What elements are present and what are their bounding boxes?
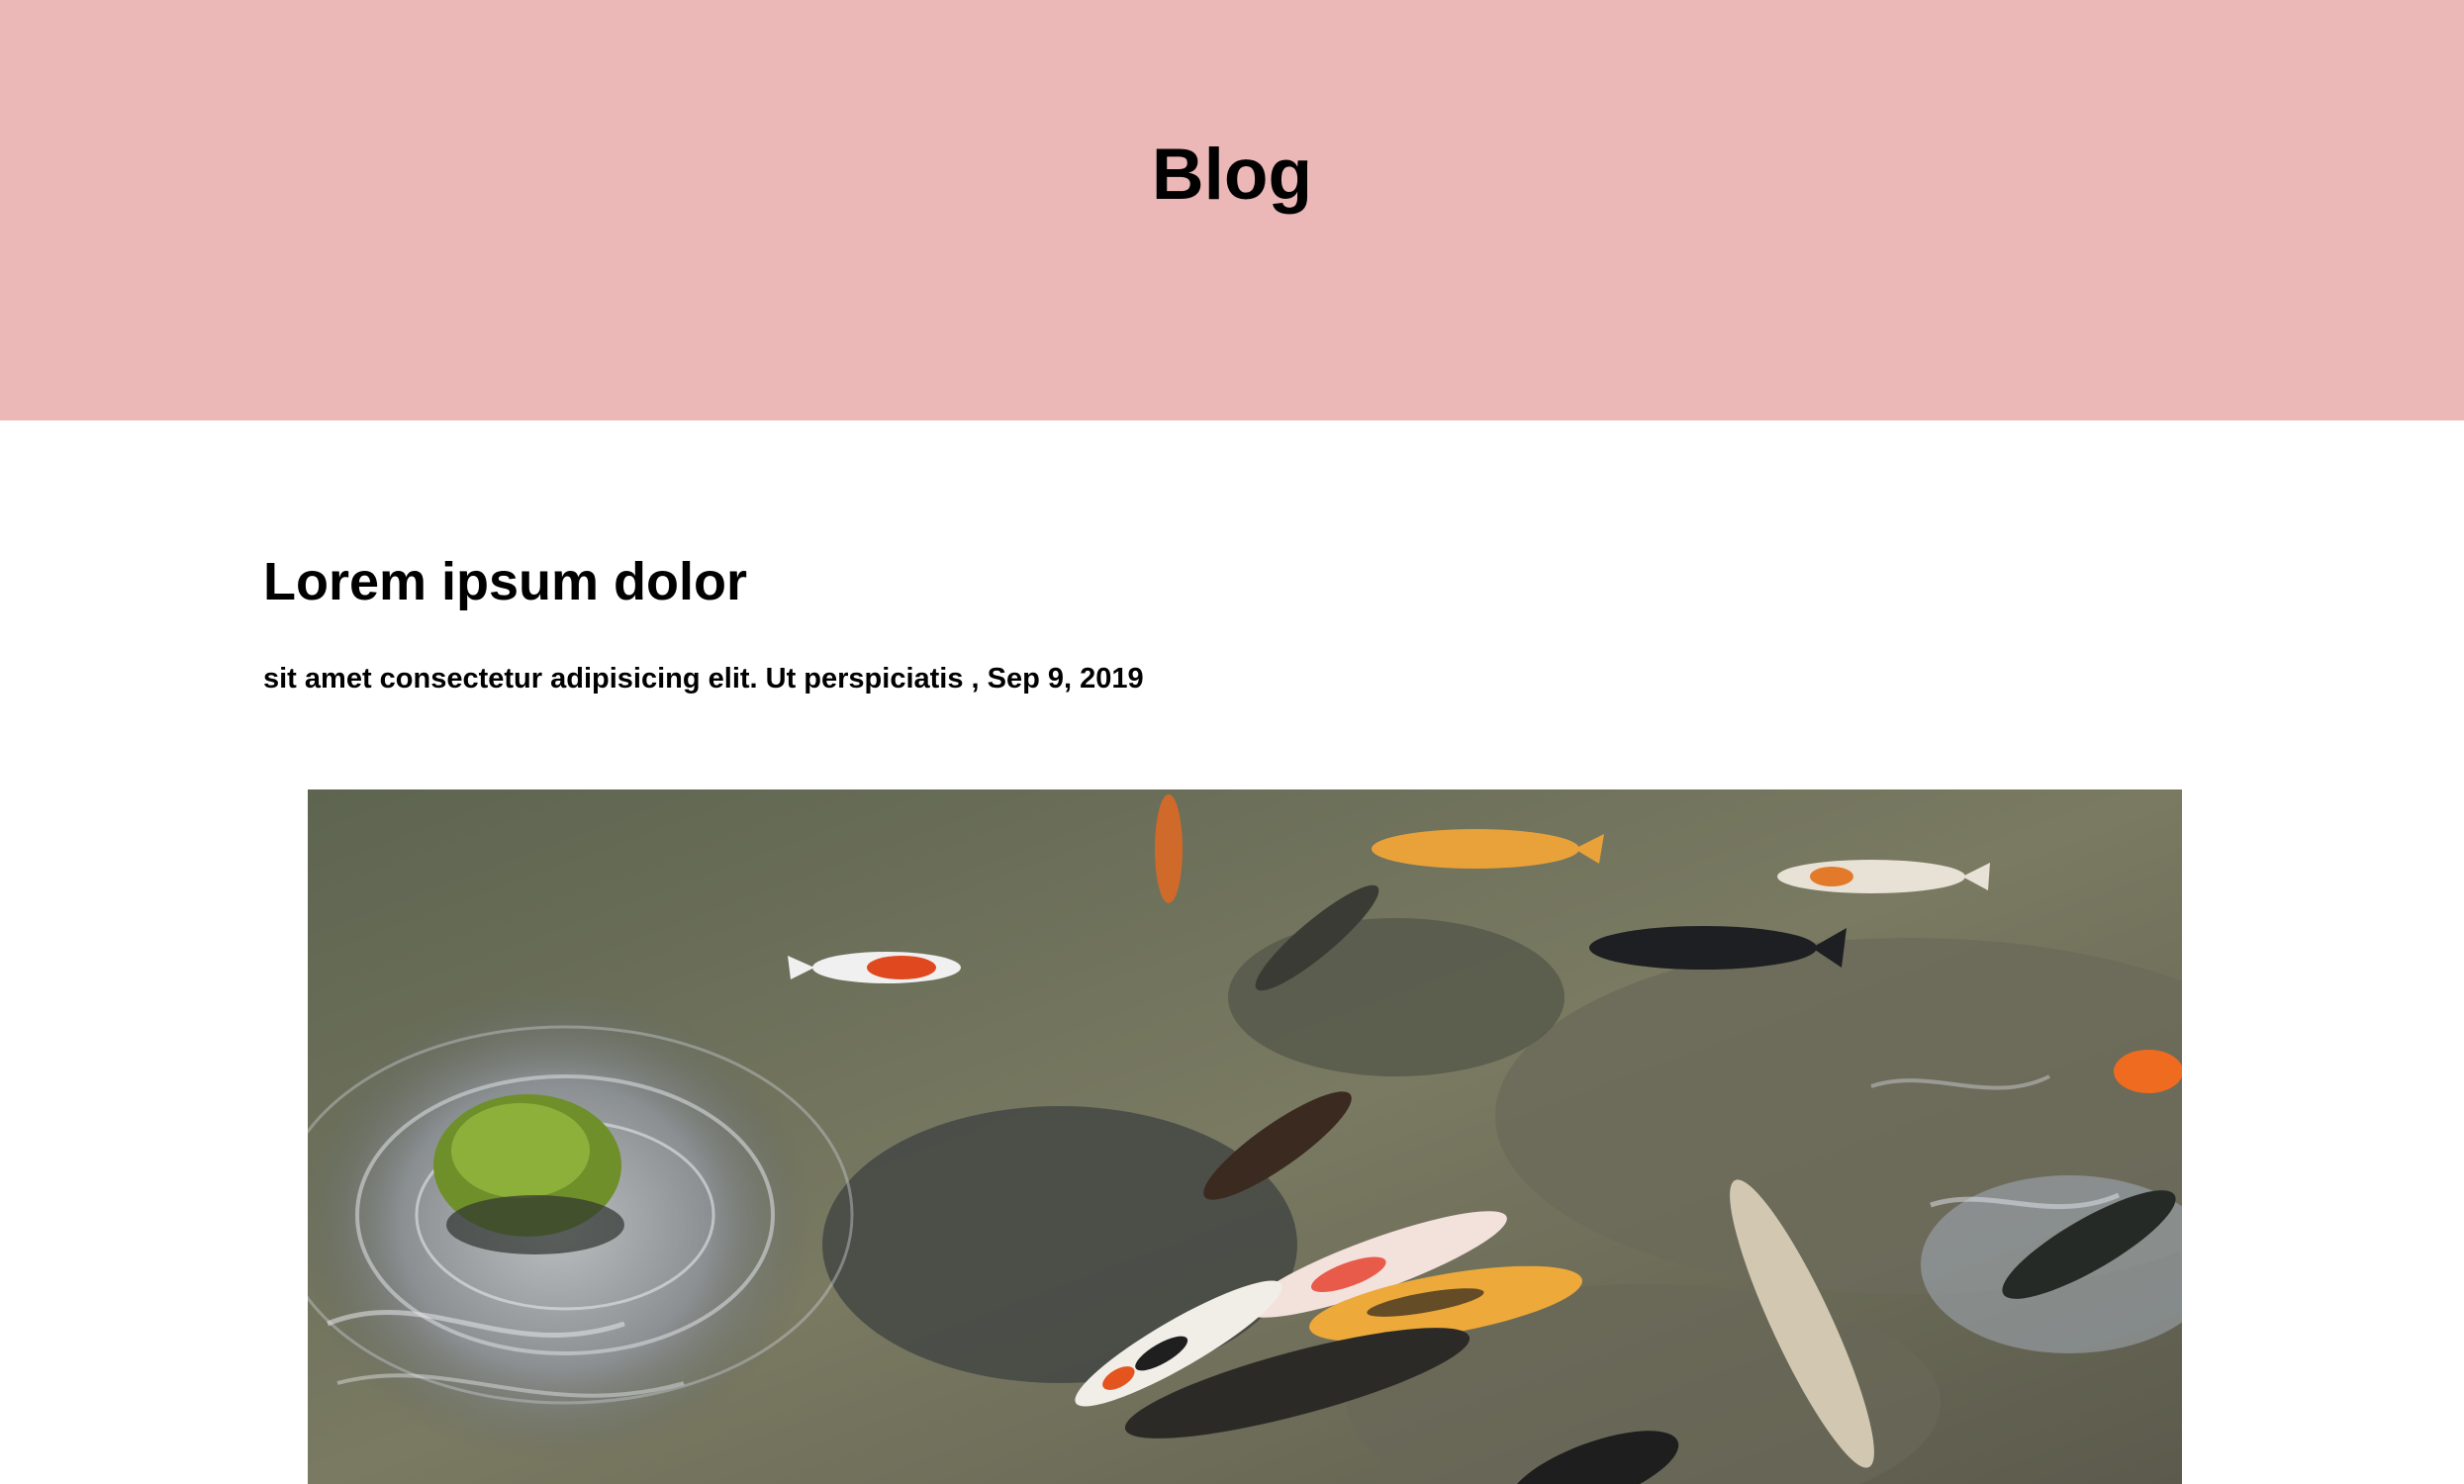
site-header: Blog bbox=[0, 0, 2464, 420]
site-title: Blog bbox=[1151, 135, 1313, 215]
post-meta: sit amet consectetur adipisicing elit. U… bbox=[263, 663, 1144, 695]
koi-pond-photo bbox=[308, 789, 2182, 1484]
post-title: Lorem ipsum dolor bbox=[263, 552, 748, 611]
post-image bbox=[308, 789, 2182, 1484]
post-subtitle: sit amet consectetur adipisicing elit. U… bbox=[263, 663, 964, 695]
post-date: Sep 9, 2019 bbox=[987, 663, 1144, 695]
